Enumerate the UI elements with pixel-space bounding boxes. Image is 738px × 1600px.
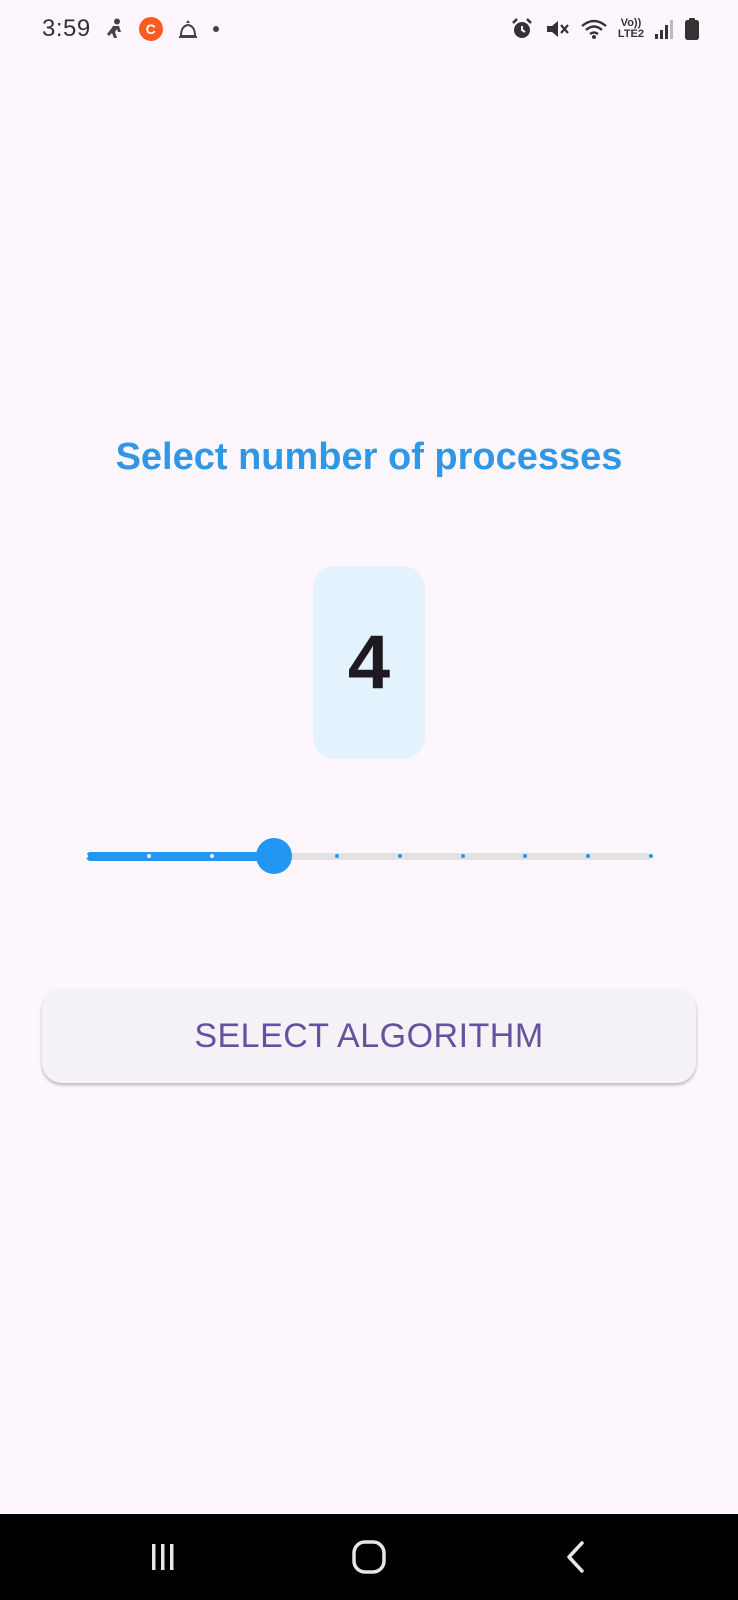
slider-tick xyxy=(649,854,653,858)
battery-icon xyxy=(684,17,700,41)
run-activity-icon xyxy=(105,18,125,40)
status-time: 3:59 xyxy=(42,15,91,42)
recent-apps-icon xyxy=(152,1544,174,1570)
status-left: 3:59 C xyxy=(42,15,219,43)
slider-thumb[interactable] xyxy=(256,838,293,874)
slider-tick xyxy=(146,854,151,858)
network-label-bottom: LTE2 xyxy=(617,28,644,40)
slider-tick xyxy=(397,854,402,858)
camera-app-badge-icon: C xyxy=(138,17,163,41)
volte-lte2-icon: Vo)) LTE2 xyxy=(618,18,644,40)
status-right: Vo)) LTE2 xyxy=(510,17,700,41)
system-nav-bar xyxy=(0,1514,738,1600)
slider-tick xyxy=(460,854,465,858)
bell-notification-icon xyxy=(177,18,199,40)
recent-apps-button[interactable] xyxy=(103,1514,223,1600)
status-bar: 3:59 C Vo)) LTE2 xyxy=(0,0,738,58)
wifi-icon xyxy=(580,17,608,41)
process-count-slider[interactable] xyxy=(84,836,653,876)
mute-icon xyxy=(544,17,570,41)
more-dot-icon xyxy=(212,26,219,32)
process-count-display: 4 xyxy=(313,566,425,759)
signal-icon xyxy=(654,18,674,40)
home-button[interactable] xyxy=(309,1514,429,1600)
slider-tick xyxy=(84,854,88,858)
slider-track-active[interactable] xyxy=(86,852,275,861)
alarm-icon xyxy=(510,17,534,41)
process-count-value: 4 xyxy=(347,620,391,705)
slider-tick xyxy=(209,854,214,858)
select-algorithm-button[interactable]: SELECT ALGORITHM xyxy=(42,989,696,1083)
page-title: Select number of processes xyxy=(115,436,623,478)
back-button[interactable] xyxy=(516,1514,636,1600)
back-icon xyxy=(567,1541,584,1573)
home-icon xyxy=(352,1540,386,1574)
